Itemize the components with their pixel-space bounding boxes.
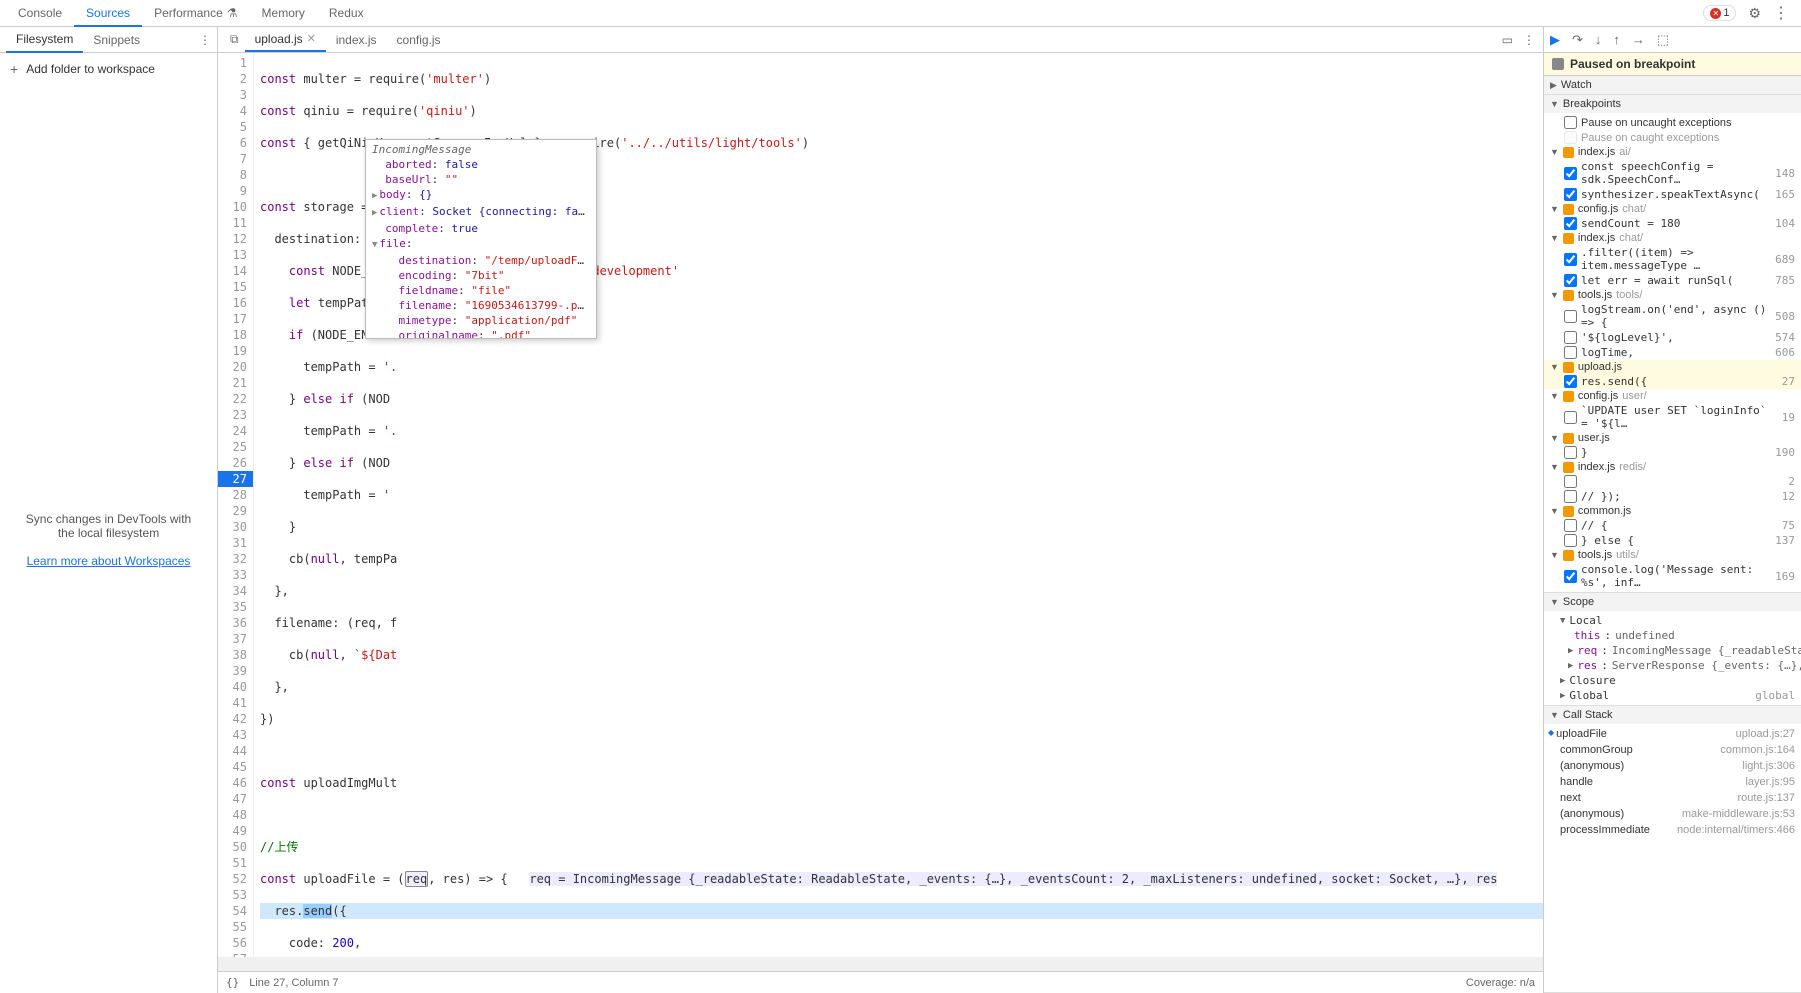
plus-icon: + bbox=[10, 61, 18, 77]
devtools-tabs: Console Sources Performance ⚗ Memory Red… bbox=[0, 0, 1801, 27]
watch-header[interactable]: ▶Watch bbox=[1544, 76, 1801, 94]
coverage-status: Coverage: n/a bbox=[1466, 977, 1535, 989]
bp-group[interactable]: ▼index.js ai/ bbox=[1544, 145, 1801, 159]
bp-row[interactable]: synthesizer.speakTextAsync(165 bbox=[1544, 187, 1801, 202]
editor-tabs: ⧉ upload.js✕ index.js config.js ▭ ⋮ bbox=[218, 27, 1543, 53]
tab-index-js[interactable]: index.js bbox=[326, 29, 387, 51]
callstack-frame[interactable]: (anonymous)light.js:306 bbox=[1544, 758, 1801, 774]
bp-row[interactable]: 2 bbox=[1544, 474, 1801, 489]
breakpoints-header[interactable]: ▼Breakpoints bbox=[1544, 95, 1801, 113]
bp-row[interactable]: .filter((item) => item.messageType …689 bbox=[1544, 245, 1801, 273]
callstack-frame[interactable]: processImmediatenode:internal/timers:466 bbox=[1544, 822, 1801, 838]
tab-redux[interactable]: Redux bbox=[317, 1, 376, 25]
bp-row[interactable]: `UPDATE user SET `loginInfo` = '${l…19 bbox=[1544, 403, 1801, 431]
callstack-frame[interactable]: (anonymous)make-middleware.js:53 bbox=[1544, 806, 1801, 822]
tab-upload-js[interactable]: upload.js✕ bbox=[245, 28, 326, 52]
callstack-frame[interactable]: handlelayer.js:95 bbox=[1544, 774, 1801, 790]
tab-memory[interactable]: Memory bbox=[250, 1, 317, 25]
bp-row[interactable]: let err = await runSql(785 bbox=[1544, 273, 1801, 288]
nav-tab-filesystem[interactable]: Filesystem bbox=[6, 27, 83, 53]
bp-row[interactable]: const speechConfig = sdk.SpeechConf…148 bbox=[1544, 159, 1801, 187]
bp-group[interactable]: ▼index.js chat/ bbox=[1544, 231, 1801, 245]
debugger-panel: ▶ ↷ ↓ ↑ → ⬚ Paused on breakpoint ▶Watch … bbox=[1543, 27, 1801, 993]
step-over-icon[interactable]: ↷ bbox=[1572, 32, 1583, 48]
bp-group[interactable]: ▼config.js chat/ bbox=[1544, 202, 1801, 216]
value-tooltip: IncomingMessage aborted: false baseUrl: … bbox=[365, 139, 597, 339]
paused-banner: Paused on breakpoint bbox=[1544, 53, 1801, 76]
bp-row[interactable]: console.log('Message sent: %s', inf…169 bbox=[1544, 562, 1801, 590]
bp-group[interactable]: ▼user.js bbox=[1544, 431, 1801, 445]
callstack-frame[interactable]: commonGroupcommon.js:164 bbox=[1544, 742, 1801, 758]
bp-group[interactable]: ▼common.js bbox=[1544, 504, 1801, 518]
pause-caught-checkbox bbox=[1564, 131, 1577, 144]
bp-row[interactable]: sendCount = 180104 bbox=[1544, 216, 1801, 231]
bp-group[interactable]: ▼tools.js utils/ bbox=[1544, 548, 1801, 562]
pause-icon bbox=[1552, 58, 1564, 70]
error-dot-icon: ✕ bbox=[1710, 8, 1721, 19]
line-gutter: 1234567891011121314151617181920212223242… bbox=[218, 53, 254, 971]
callstack-header[interactable]: ▼Call Stack bbox=[1544, 706, 1801, 724]
bp-row[interactable]: logTime,606 bbox=[1544, 345, 1801, 360]
close-tab-icon[interactable]: ✕ bbox=[307, 32, 316, 45]
bp-group[interactable]: ▼index.js redis/ bbox=[1544, 460, 1801, 474]
step-icon[interactable]: → bbox=[1632, 32, 1645, 47]
code-editor[interactable]: 1234567891011121314151617181920212223242… bbox=[218, 53, 1543, 971]
callstack-frame[interactable]: nextroute.js:137 bbox=[1544, 790, 1801, 806]
tab-sources[interactable]: Sources bbox=[74, 1, 142, 27]
more-icon[interactable]: ⋮ bbox=[1773, 3, 1789, 23]
cursor-position: Line 27, Column 7 bbox=[249, 977, 338, 989]
tab-config-js[interactable]: config.js bbox=[387, 29, 451, 51]
bp-group[interactable]: ▼tools.js tools/ bbox=[1544, 288, 1801, 302]
pretty-print-icon[interactable]: {} bbox=[226, 976, 239, 989]
bp-row[interactable]: res.send({27 bbox=[1544, 374, 1801, 389]
learn-workspaces-link[interactable]: Learn more about Workspaces bbox=[27, 554, 191, 568]
nav-more-icon[interactable]: ⋮ bbox=[199, 33, 211, 47]
deactivate-bp-icon[interactable]: ⬚ bbox=[1657, 32, 1669, 48]
nav-tab-snippets[interactable]: Snippets bbox=[83, 28, 150, 52]
step-out-icon[interactable]: ↑ bbox=[1613, 32, 1620, 47]
settings-icon[interactable]: ⚙ bbox=[1748, 5, 1761, 22]
file-nav-icon[interactable]: ⧉ bbox=[224, 32, 245, 47]
bp-row[interactable]: logStream.on('end', async () => {508 bbox=[1544, 302, 1801, 330]
bp-group[interactable]: ▼config.js user/ bbox=[1544, 389, 1801, 403]
tabs-more-icon[interactable]: ⋮ bbox=[1523, 33, 1535, 47]
toggle-sidebar-icon[interactable]: ▭ bbox=[1502, 33, 1513, 47]
bp-row[interactable]: // });12 bbox=[1544, 489, 1801, 504]
tab-console[interactable]: Console bbox=[6, 1, 74, 25]
pause-uncaught-checkbox[interactable] bbox=[1564, 116, 1577, 129]
sync-hint-text: Sync changes in DevTools with the local … bbox=[20, 512, 197, 540]
flask-icon: ⚗ bbox=[227, 6, 238, 20]
bp-row[interactable]: // {75 bbox=[1544, 518, 1801, 533]
tab-performance[interactable]: Performance ⚗ bbox=[142, 1, 249, 25]
bp-row[interactable]: } else {137 bbox=[1544, 533, 1801, 548]
step-into-icon[interactable]: ↓ bbox=[1595, 32, 1602, 47]
error-badge[interactable]: ✕1 bbox=[1703, 5, 1736, 21]
scope-header[interactable]: ▼Scope bbox=[1544, 593, 1801, 611]
editor-statusbar: {} Line 27, Column 7 Coverage: n/a bbox=[218, 971, 1543, 993]
horizontal-scrollbar[interactable] bbox=[218, 957, 1543, 971]
add-folder-button[interactable]: + Add folder to workspace bbox=[0, 53, 217, 86]
bp-group[interactable]: ▼upload.js bbox=[1544, 360, 1801, 374]
navigator-panel: Filesystem Snippets ⋮ + Add folder to wo… bbox=[0, 27, 218, 993]
bp-row[interactable]: }190 bbox=[1544, 445, 1801, 460]
resume-icon[interactable]: ▶ bbox=[1550, 32, 1560, 48]
callstack-frame[interactable]: uploadFileupload.js:27 bbox=[1544, 726, 1801, 742]
bp-row[interactable]: '${logLevel}',574 bbox=[1544, 330, 1801, 345]
